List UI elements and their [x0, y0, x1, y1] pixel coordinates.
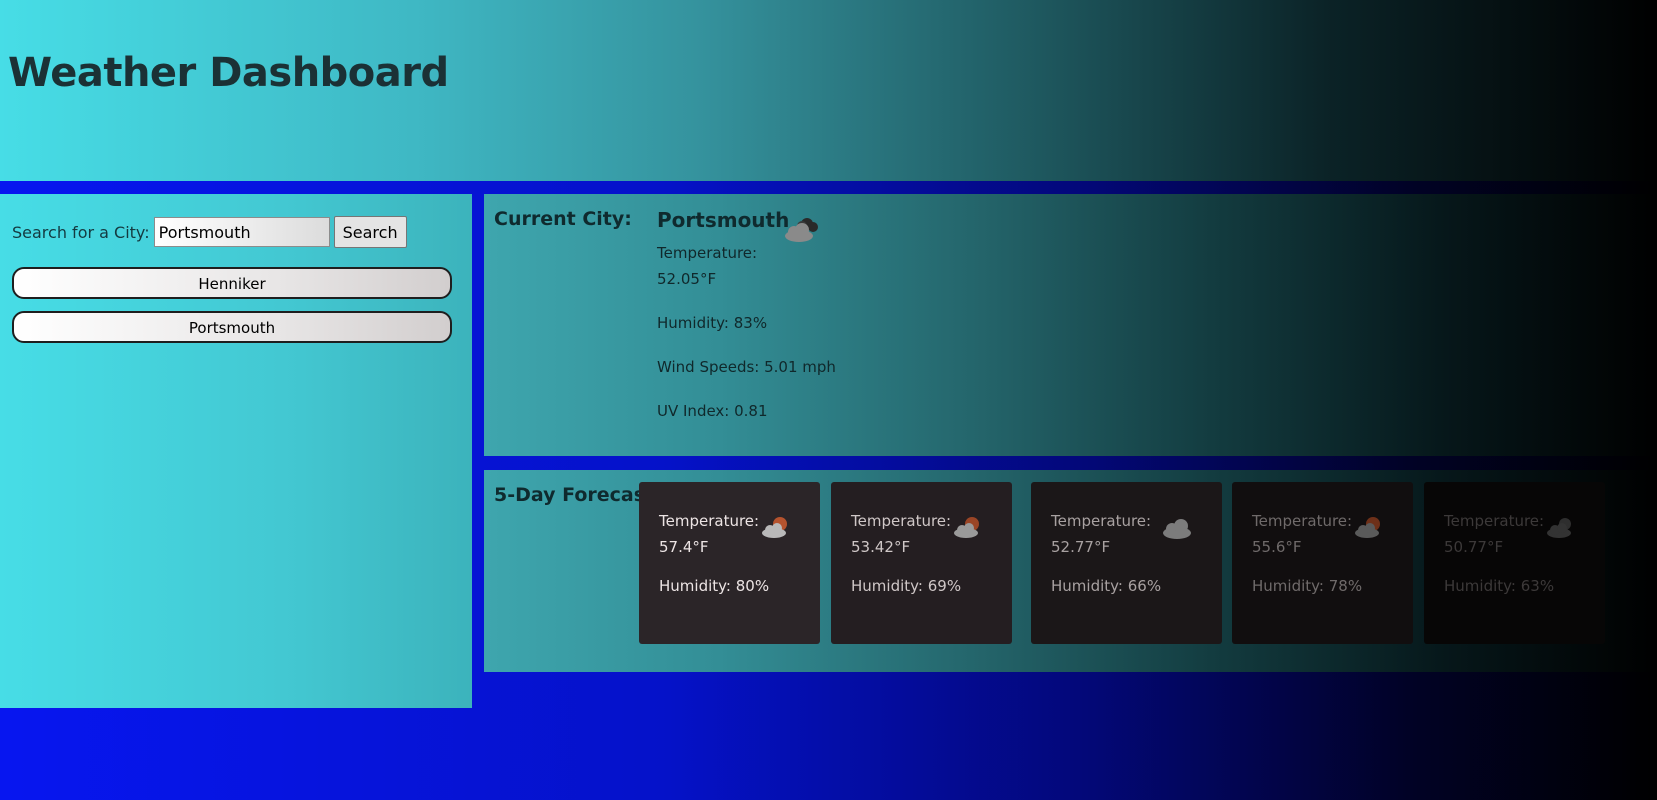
forecast-temperature: Temperature: 57.4°F — [659, 512, 760, 556]
cloud-sun-icon — [952, 515, 984, 545]
forecast-label: 5-Day Forecast: — [494, 484, 662, 506]
forecast-humidity: Humidity: 78% — [1252, 577, 1363, 595]
current-uv-index: UV Index: 0.81 — [657, 402, 768, 420]
forecast-temperature: Temperature: 55.6°F — [1252, 512, 1353, 556]
search-label: Search for a City: — [12, 222, 150, 242]
page-header: Weather Dashboard — [0, 0, 1657, 181]
cloud-icon — [1160, 515, 1194, 545]
forecast-card: Temperature: 50.77°F Humidity: 63% — [1424, 482, 1605, 644]
temperature-value: 52.05°F — [657, 270, 717, 288]
forecast-temperature: Temperature: 53.42°F — [851, 512, 952, 556]
search-sidebar: Search for a City: Search Henniker Ports… — [0, 194, 472, 708]
forecast-panel: 5-Day Forecast: Temperature: 57.4°F Humi… — [484, 470, 1657, 672]
history-button-portsmouth[interactable]: Portsmouth — [12, 311, 452, 343]
current-city-label: Current City: — [494, 208, 632, 230]
city-search-input[interactable] — [153, 217, 330, 247]
forecast-humidity: Humidity: 80% — [659, 577, 770, 595]
search-row: Search for a City: Search — [12, 216, 407, 248]
clouds-icon — [781, 214, 821, 250]
forecast-temperature: Temperature: 50.77°F — [1444, 512, 1545, 556]
history-button-henniker[interactable]: Henniker — [12, 267, 452, 299]
search-button[interactable]: Search — [333, 216, 407, 248]
forecast-card: Temperature: 52.77°F Humidity: 66% — [1031, 482, 1222, 644]
cloud-sun-icon — [1353, 515, 1385, 545]
page-title: Weather Dashboard — [8, 50, 449, 96]
forecast-card: Temperature: 53.42°F Humidity: 69% — [831, 482, 1012, 644]
forecast-card: Temperature: 57.4°F Humidity: 80% — [639, 482, 820, 644]
current-weather-panel: Current City: Portsmouth Temperature: 52… — [484, 194, 1657, 456]
forecast-humidity: Humidity: 63% — [1444, 577, 1555, 595]
forecast-humidity: Humidity: 69% — [851, 577, 962, 595]
forecast-card: Temperature: 55.6°F Humidity: 78% — [1232, 482, 1413, 644]
current-humidity: Humidity: 83% — [657, 314, 768, 332]
forecast-temperature: Temperature: 52.77°F — [1051, 512, 1152, 556]
current-wind-speed: Wind Speeds: 5.01 mph — [657, 358, 836, 376]
cloud-icon — [1545, 515, 1577, 545]
cloud-sun-icon — [760, 515, 792, 545]
forecast-humidity: Humidity: 66% — [1051, 577, 1162, 595]
